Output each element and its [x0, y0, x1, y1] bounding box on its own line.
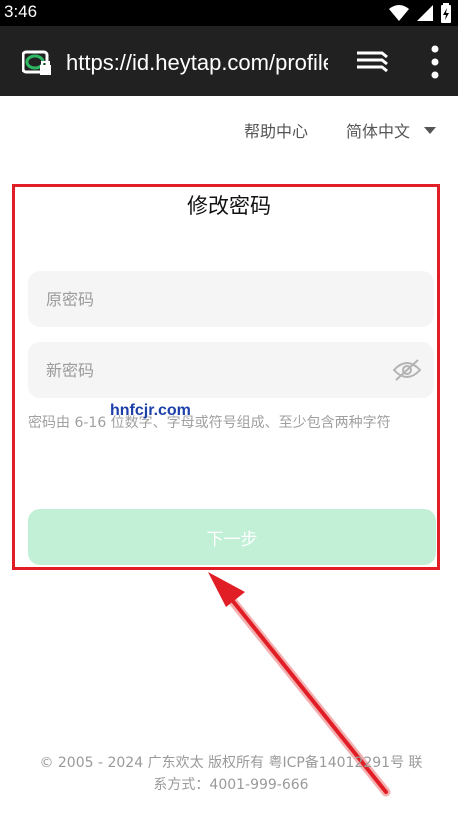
- top-links: 帮助中心 简体中文: [244, 118, 436, 142]
- password-hint: 密码由 6-16 位数字、字母或符号组成、至少包含两种字符: [28, 415, 391, 431]
- next-step-button[interactable]: 下一步: [28, 509, 436, 565]
- more-menu-icon[interactable]: [430, 45, 440, 79]
- wifi-icon: [389, 5, 409, 21]
- footer: © 2005 - 2024 广东欢太 版权所有 粤ICP备14012291号 联…: [24, 752, 438, 796]
- watermark-text: hnfcjr.com: [110, 402, 191, 419]
- eye-hidden-icon[interactable]: [391, 358, 423, 382]
- browser-toolbar: https://id.heytap.com/profile: [0, 26, 458, 96]
- footer-copyright: © 2005 - 2024 广东欢太 版权所有 粤ICP备14012291号 联: [39, 755, 423, 771]
- chevron-down-icon: [424, 126, 436, 134]
- signal-icon: [417, 5, 433, 21]
- language-select[interactable]: 简体中文: [346, 118, 436, 142]
- new-password-input[interactable]: [28, 342, 434, 398]
- status-icons: [388, 3, 452, 23]
- address-bar-url[interactable]: https://id.heytap.com/profile: [66, 48, 328, 78]
- status-time: 3:46: [4, 2, 38, 21]
- page-title: 修改密码: [187, 194, 271, 218]
- language-label: 简体中文: [345, 122, 410, 141]
- tabs-icon[interactable]: [356, 50, 388, 74]
- old-password-input[interactable]: [28, 271, 434, 327]
- footer-contact: 系方式：4001-999-666: [153, 777, 309, 793]
- help-center-link[interactable]: 帮助中心: [244, 118, 308, 142]
- status-bar: 3:46: [0, 0, 458, 26]
- battery-icon: [441, 3, 451, 23]
- site-lock-icon: [22, 50, 51, 75]
